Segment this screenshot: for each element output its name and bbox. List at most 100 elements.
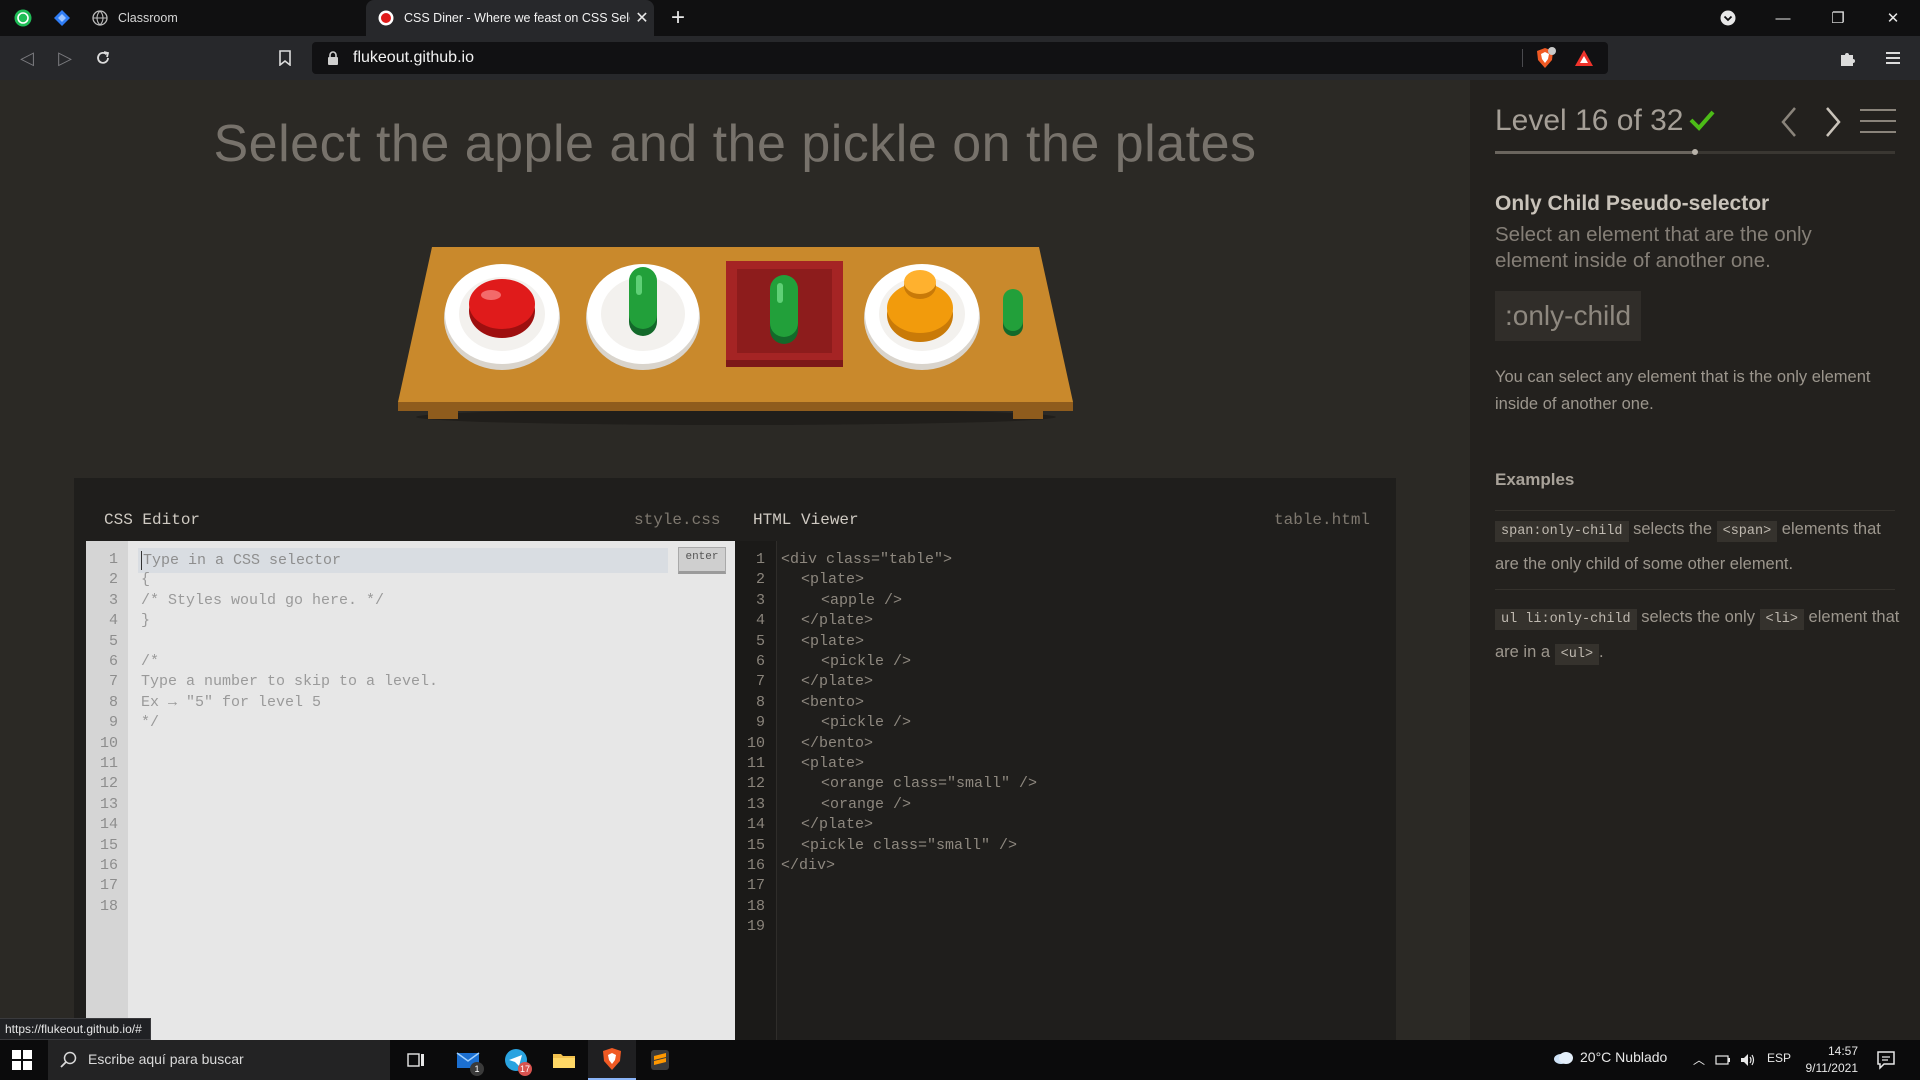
markup-line[interactable]: </div> xyxy=(781,857,835,874)
table-edge xyxy=(398,402,1073,411)
next-level-icon[interactable] xyxy=(1822,104,1844,140)
browser-menu-button[interactable] xyxy=(1880,46,1906,70)
line-number: 14 xyxy=(746,816,765,834)
taskbar-telegram[interactable]: 17 xyxy=(492,1040,540,1080)
address-bar[interactable]: flukeout.github.io xyxy=(312,42,1608,74)
weather-widget[interactable]: 20°C Nublado xyxy=(1552,1049,1667,1065)
html-line-numbers: 1 2 3 4 5 6 7 8 9 10 11 12 13 14 15 16 17 18 19 xyxy=(735,541,777,1040)
volume-icon[interactable] xyxy=(1740,1052,1756,1068)
close-tab-icon[interactable]: ✕ xyxy=(630,8,654,28)
taskbar-file-explorer[interactable] xyxy=(540,1040,588,1080)
markup-line[interactable]: <bento> xyxy=(801,694,864,711)
forward-button[interactable]: ▷ xyxy=(52,46,78,70)
line-number: 12 xyxy=(99,775,118,793)
new-tab-button[interactable]: + xyxy=(666,4,690,32)
minimize-button[interactable]: — xyxy=(1760,0,1806,36)
markup-line[interactable]: <plate> xyxy=(801,755,864,772)
extensions-button[interactable] xyxy=(1834,46,1860,70)
markup-line[interactable]: </plate> xyxy=(801,612,873,629)
apple[interactable] xyxy=(469,279,535,338)
line-number: 13 xyxy=(746,795,765,813)
bento-with-pickle[interactable] xyxy=(726,261,843,367)
restore-button[interactable]: ❐ xyxy=(1815,0,1861,36)
plate-with-pickle[interactable] xyxy=(586,264,700,370)
orange-small[interactable] xyxy=(904,270,936,299)
selector-input-row[interactable] xyxy=(138,548,668,573)
task-view-icon xyxy=(407,1053,424,1067)
search-icon xyxy=(60,1051,77,1068)
back-button[interactable]: ◁ xyxy=(14,46,40,70)
markup-line[interactable]: <orange /> xyxy=(821,796,911,813)
level-indicator: Level 16 of 32 xyxy=(1495,104,1684,137)
previous-level-icon[interactable] xyxy=(1778,104,1800,140)
css-diner-favicon xyxy=(378,10,394,26)
plate-with-oranges[interactable] xyxy=(864,264,980,370)
level-menu-icon[interactable] xyxy=(1860,108,1896,134)
tab-css-diner[interactable]: CSS Diner - Where we feast on CSS Select… xyxy=(366,0,654,36)
taskbar-search[interactable]: Escribe aquí para buscar xyxy=(48,1040,390,1080)
level-sidebar: Level 16 of 32 Only Child Pseudo-selecto… xyxy=(1470,80,1920,1040)
selector-description: Select an element that are the only elem… xyxy=(1495,223,1812,272)
divider xyxy=(1522,49,1523,67)
markup-line[interactable]: <pickle /> xyxy=(821,653,911,670)
markup-line[interactable]: <div class="table"> xyxy=(781,551,952,568)
pinned-tab-diamond[interactable] xyxy=(50,6,74,30)
battery-icon[interactable] xyxy=(1715,1053,1731,1067)
task-view-button[interactable] xyxy=(392,1040,440,1080)
tab-search-button[interactable] xyxy=(1705,0,1751,36)
code-line: */ xyxy=(141,714,160,732)
plate-with-apple[interactable] xyxy=(444,264,560,370)
system-clock[interactable]: 14:57 9/11/2021 xyxy=(1790,1043,1859,1077)
markup-line[interactable]: <pickle class="small" /> xyxy=(801,837,1017,854)
markup-line[interactable]: </plate> xyxy=(801,673,873,690)
input-language[interactable]: ESP xyxy=(1767,1051,1791,1065)
markup-line[interactable]: <plate> xyxy=(801,633,864,650)
pickle[interactable] xyxy=(629,267,657,336)
example-code: <span> xyxy=(1716,521,1778,542)
example-code: ul li:only-child xyxy=(1495,609,1637,630)
markup-line[interactable]: <orange class="small" /> xyxy=(821,775,1037,792)
search-placeholder: Escribe aquí para buscar xyxy=(88,1051,244,1067)
checkmark-icon xyxy=(1689,110,1715,131)
line-number: 17 xyxy=(746,877,765,895)
line-number: 7 xyxy=(108,673,118,691)
code-line: /* xyxy=(141,653,160,670)
brave-shields-icon[interactable] xyxy=(1534,47,1556,69)
cloud-icon xyxy=(1554,1052,1573,1064)
line-number: 5 xyxy=(755,632,765,650)
taskbar-sublime-text[interactable] xyxy=(636,1040,684,1080)
css-line-numbers: 1 2 3 4 5 6 7 8 9 10 11 12 13 14 15 16 17 18 xyxy=(86,541,128,1040)
windows-start-icon[interactable] xyxy=(12,1050,32,1070)
markup-line[interactable]: <apple /> xyxy=(821,592,902,609)
chevron-up-icon[interactable]: ︿ xyxy=(1693,1051,1705,1068)
dinner-table xyxy=(398,247,1073,427)
bookmark-icon xyxy=(279,50,291,67)
pickle-small[interactable] xyxy=(1003,289,1023,336)
tab-classroom[interactable]: Classroom xyxy=(88,0,363,36)
markup-line[interactable]: <pickle /> xyxy=(821,714,911,731)
selector-syntax: :only-child xyxy=(1495,291,1642,341)
markup-line[interactable]: <plate> xyxy=(801,571,864,588)
pickle[interactable] xyxy=(770,275,798,344)
lock-icon xyxy=(328,51,338,65)
taskbar-mail[interactable]: 1 xyxy=(444,1040,492,1080)
sublime-text-icon xyxy=(651,1050,669,1070)
puzzle-icon xyxy=(1841,53,1855,66)
notifications-icon[interactable] xyxy=(1876,1050,1896,1070)
taskbar-brave[interactable] xyxy=(588,1040,636,1080)
close-window-button[interactable]: ✕ xyxy=(1870,0,1916,36)
pinned-tab-whatsapp[interactable] xyxy=(11,6,35,30)
enter-button[interactable]: enter xyxy=(678,547,726,574)
line-number: 10 xyxy=(99,734,118,752)
markup-line[interactable]: </plate> xyxy=(801,816,873,833)
css-selector-input[interactable] xyxy=(143,550,663,571)
code-line: } xyxy=(141,612,151,630)
table-scene xyxy=(398,247,1073,425)
example-code: <li> xyxy=(1759,609,1804,630)
page: Select the apple and the pickle on the p… xyxy=(0,80,1920,1040)
line-number: 11 xyxy=(746,755,765,772)
markup-line[interactable]: </bento> xyxy=(801,735,873,752)
brave-rewards-icon[interactable] xyxy=(1574,48,1594,68)
reload-button[interactable] xyxy=(90,46,116,70)
bookmark-button[interactable] xyxy=(272,46,298,70)
